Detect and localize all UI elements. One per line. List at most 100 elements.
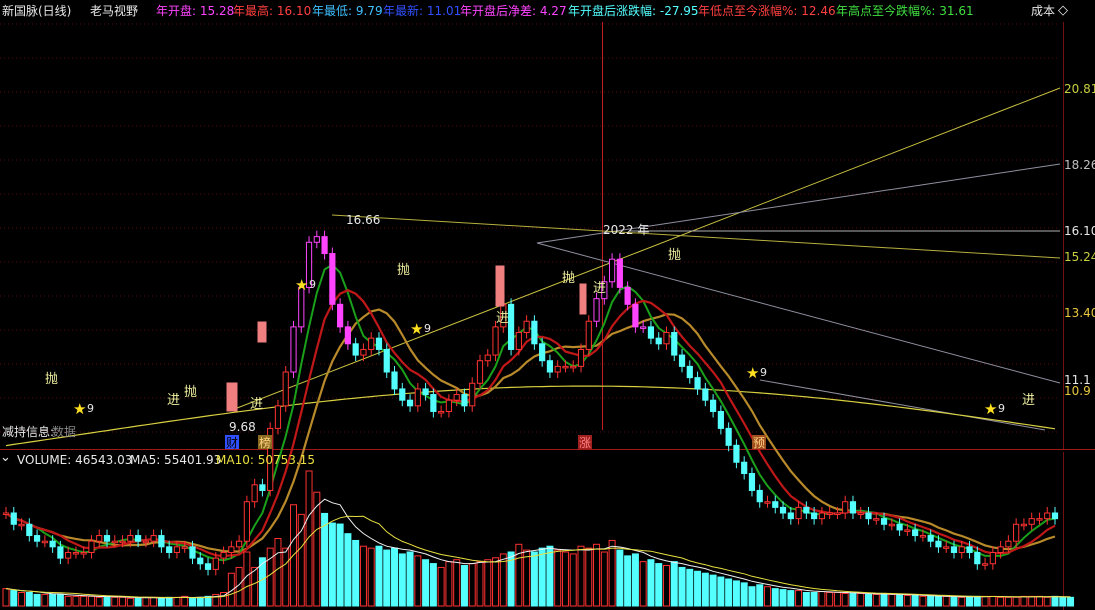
- volume-collapse-icon[interactable]: ⌄: [0, 451, 11, 465]
- candle-body: [523, 320, 530, 334]
- candle-body: [966, 546, 973, 553]
- highlight-candle: [495, 265, 505, 307]
- candle-body: [857, 512, 864, 515]
- pct-label: 年开盘后涨跌幅: -27.95: [568, 4, 699, 18]
- candle-body: [888, 523, 895, 527]
- volume-bar: [398, 553, 406, 607]
- candle-body: [484, 354, 491, 362]
- candle-body: [220, 551, 227, 559]
- volume-bar: [41, 593, 49, 607]
- candle-body: [72, 551, 80, 555]
- volume-bar: [655, 563, 663, 607]
- signal-buy-label: 进: [1022, 393, 1035, 408]
- volume-bar: [157, 597, 165, 607]
- event-marker-label: 财: [226, 436, 238, 450]
- candle-body: [166, 546, 173, 553]
- candle-body: [981, 563, 989, 566]
- volume-bar: [173, 596, 181, 607]
- volume-bar: [795, 590, 803, 607]
- star-icon: ★: [410, 320, 423, 338]
- volume-bar: [18, 592, 26, 607]
- volume-bar: [25, 592, 33, 607]
- candle-body: [469, 382, 476, 407]
- volume-bar: [1004, 596, 1012, 607]
- volume-bar: [460, 565, 468, 607]
- candle-body: [943, 546, 950, 549]
- volume-bar: [414, 555, 422, 607]
- candle-body: [337, 303, 344, 328]
- volume-ma5-line: [5, 498, 1071, 599]
- candle-body: [764, 501, 771, 504]
- volume-bar: [857, 592, 865, 607]
- candle-body: [119, 540, 126, 544]
- volume-bar: [1020, 595, 1028, 607]
- volume-bar: [903, 594, 911, 607]
- year-high-label: 年最高: 16.10: [233, 4, 312, 18]
- volume-bar: [523, 549, 531, 607]
- ma-gold-line: [5, 308, 1056, 553]
- candle-body: [546, 360, 554, 373]
- candle-body: [865, 512, 872, 520]
- volume-bar: [678, 566, 686, 607]
- signal-buy-label: 进: [250, 397, 263, 412]
- volume-bar: [616, 549, 624, 607]
- star-icon: ★: [984, 400, 997, 418]
- volume-bar: [647, 559, 655, 607]
- candle-body: [422, 388, 429, 396]
- volume-bar: [748, 586, 756, 607]
- candle-body: [26, 523, 33, 537]
- candle-body: [826, 512, 833, 515]
- header-bar: 新国脉(日线) 老马视野 年开盘: 15.28 年最高: 16.10 年最低: …: [0, 0, 1095, 22]
- volume-bar: [165, 596, 173, 607]
- candle-body: [321, 236, 328, 255]
- candle-body: [717, 410, 724, 429]
- volume-ma5-label: MA5: 55401.93: [130, 453, 222, 467]
- volume-bar: [662, 565, 670, 607]
- candle-body: [2, 512, 10, 515]
- highlight-candle: [579, 283, 587, 315]
- candle-body: [624, 286, 631, 305]
- volume-bar: [624, 555, 632, 607]
- candle-body: [391, 371, 398, 390]
- volume-bar: [1043, 596, 1051, 607]
- volume-bar: [72, 595, 80, 607]
- candle-body: [111, 540, 118, 544]
- candle-body: [430, 394, 437, 412]
- volume-bar: [779, 589, 787, 607]
- stock-title: 新国脉(日线): [2, 4, 72, 18]
- candle-body: [142, 540, 149, 544]
- volume-bar: [87, 595, 95, 607]
- volume-bar: [445, 561, 453, 607]
- candle-body: [632, 303, 639, 328]
- price-level-1: 20.81: [1064, 82, 1095, 96]
- star-count-label: 9: [309, 278, 316, 291]
- volume-bar: [1059, 596, 1067, 607]
- star-count-label: 9: [760, 366, 767, 379]
- candle-body: [694, 377, 701, 390]
- volume-bar: [328, 522, 336, 607]
- candle-body: [756, 489, 763, 503]
- candle-body: [927, 535, 934, 542]
- volume-ma10-line: [5, 515, 1071, 599]
- volume-bar: [367, 547, 375, 607]
- from-high-label: 年高点至今跌幅%: 31.61: [836, 4, 974, 18]
- candle-body: [997, 546, 1004, 553]
- volume-bar: [802, 592, 810, 607]
- candle-body: [414, 388, 421, 407]
- volume-bar: [732, 580, 740, 607]
- volume-bar: [787, 590, 795, 607]
- volume-bar: [359, 545, 367, 607]
- candle-body: [772, 501, 779, 508]
- candle-body: [702, 388, 709, 401]
- volume-bar: [196, 596, 204, 607]
- diamond-outline-icon[interactable]: ◇: [1058, 4, 1068, 18]
- candle-body: [779, 506, 787, 514]
- year-low-label: 年最低: 9.79: [312, 4, 383, 18]
- candle-body: [189, 546, 196, 559]
- volume-bar: [849, 592, 857, 607]
- volume-bar: [973, 595, 981, 607]
- candle-body: [274, 405, 282, 429]
- volume-bar: [927, 595, 935, 607]
- indicator-name[interactable]: 老马视野: [90, 4, 138, 18]
- cost-label[interactable]: 成本: [1031, 4, 1055, 18]
